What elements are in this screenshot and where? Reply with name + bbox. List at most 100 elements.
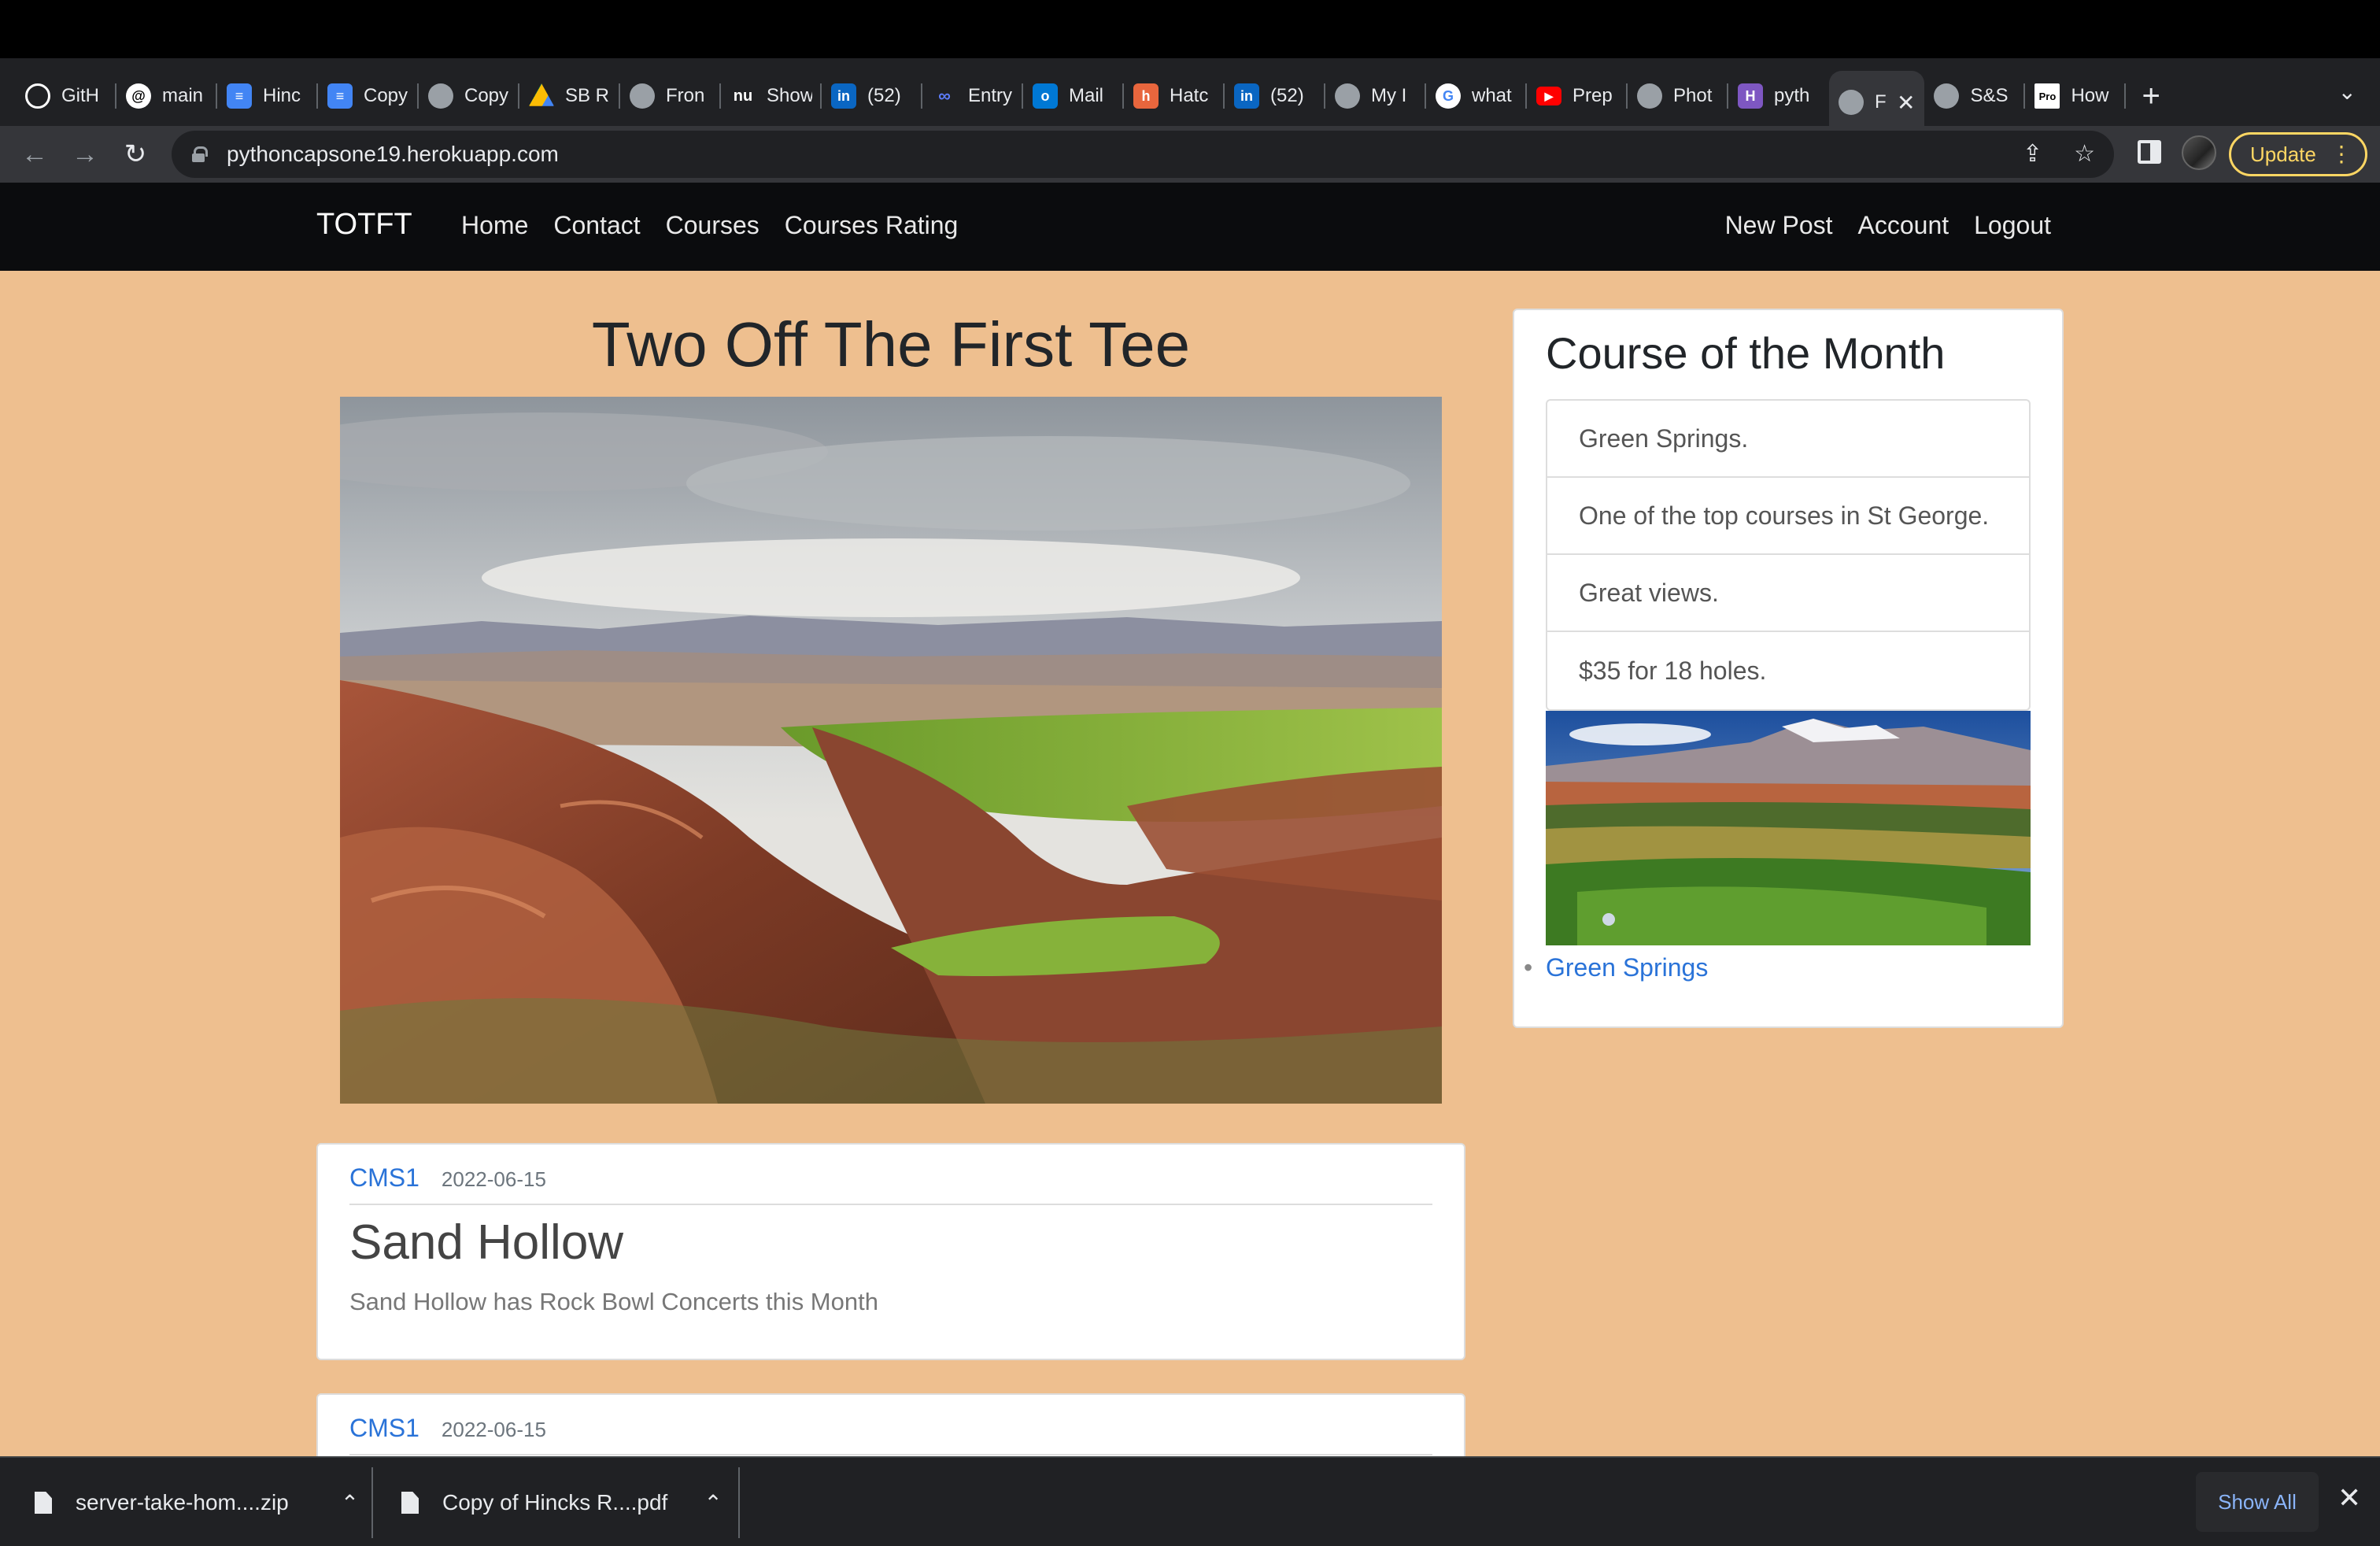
site-navbar: TOTFT Home Contact Courses Courses Ratin… bbox=[0, 183, 2380, 271]
tab[interactable]: SB R bbox=[519, 68, 620, 124]
forward-icon[interactable]: → bbox=[60, 139, 110, 170]
file-icon bbox=[35, 1492, 52, 1514]
back-icon[interactable]: ← bbox=[9, 139, 60, 170]
youtube-icon: ▶ bbox=[1536, 87, 1561, 105]
tab[interactable]: @ main bbox=[116, 68, 217, 124]
hatch-icon: h bbox=[1133, 83, 1159, 109]
course-link-list: Green Springs bbox=[1524, 953, 2031, 982]
tab[interactable]: Gwhat bbox=[1426, 68, 1527, 124]
nu-icon: nu bbox=[733, 87, 753, 105]
globe-icon bbox=[428, 83, 453, 109]
list-item: One of the top courses in St George. bbox=[1547, 478, 2029, 555]
tab[interactable]: My I bbox=[1325, 68, 1426, 124]
tab[interactable]: in (52) bbox=[1225, 68, 1325, 124]
nav-contact[interactable]: Contact bbox=[553, 211, 640, 240]
download-item[interactable]: Copy of Hincks R....pdf ⌃ bbox=[401, 1458, 722, 1546]
tab[interactable]: ≡ Hinc bbox=[217, 68, 318, 124]
list-item: Great views. bbox=[1547, 555, 2029, 632]
post-meta: CMS1 2022-06-15 bbox=[349, 1163, 1432, 1205]
file-icon bbox=[401, 1492, 419, 1514]
post-date: 2022-06-15 bbox=[441, 1418, 546, 1441]
globe-icon bbox=[1335, 83, 1360, 109]
globe-icon bbox=[630, 83, 655, 109]
download-item[interactable]: server-take-hom....zip ⌃ bbox=[35, 1458, 359, 1546]
linkedin-icon: in bbox=[831, 83, 856, 109]
site-brand[interactable]: TOTFT bbox=[316, 208, 412, 242]
tab[interactable]: S&S bbox=[1924, 68, 2026, 124]
globe-icon bbox=[1934, 83, 1960, 109]
github-icon bbox=[25, 83, 50, 109]
linkedin-icon: in bbox=[1234, 83, 1259, 109]
tab[interactable]: ▶ Prep bbox=[1527, 68, 1628, 124]
post-card: CMS1 2022-06-15 bbox=[316, 1393, 1465, 1458]
tab[interactable]: h Hatc bbox=[1124, 68, 1225, 124]
hero-landscape-image bbox=[340, 397, 1442, 1104]
tab[interactable]: in (52) bbox=[822, 68, 922, 124]
post-meta: CMS1 2022-06-15 bbox=[349, 1414, 1432, 1455]
tab[interactable]: Pro How bbox=[2025, 68, 2127, 124]
browser-toolbar: ← → ↻ pythoncapsone19.herokuapp.com ⇪ ☆ … bbox=[0, 126, 2380, 183]
tab[interactable]: Hpyth bbox=[1728, 68, 1829, 124]
web-page: TOTFT Home Contact Courses Courses Ratin… bbox=[0, 183, 2380, 1458]
kebab-menu-icon: ⋮ bbox=[2330, 142, 2352, 166]
h-icon: H bbox=[1738, 83, 1763, 109]
link-icon: ∞ bbox=[938, 86, 951, 105]
page-title: Two Off The First Tee bbox=[591, 309, 1191, 379]
pro-icon: Pro bbox=[2034, 83, 2060, 109]
globe-icon bbox=[1839, 90, 1864, 115]
side-panel-icon[interactable] bbox=[2138, 140, 2161, 164]
nav-new-post[interactable]: New Post bbox=[1725, 211, 1833, 240]
post-author-link[interactable]: CMS1 bbox=[349, 1414, 419, 1443]
nav-logout[interactable]: Logout bbox=[1974, 211, 2051, 240]
list-item: Green Springs. bbox=[1547, 401, 2029, 478]
macos-title-bar bbox=[0, 0, 2380, 58]
download-filename[interactable]: server-take-hom....zip bbox=[76, 1490, 289, 1515]
close-tab-icon[interactable]: ✕ bbox=[1897, 90, 1915, 116]
nav-courses[interactable]: Courses bbox=[666, 211, 759, 240]
post-card: CMS1 2022-06-15 Sand Hollow Sand Hollow … bbox=[316, 1143, 1465, 1360]
post-content: Sand Hollow has Rock Bowl Concerts this … bbox=[349, 1288, 878, 1315]
course-link[interactable]: Green Springs bbox=[1524, 953, 2031, 982]
tab[interactable]: o Mail bbox=[1023, 68, 1124, 124]
reload-icon[interactable]: ↻ bbox=[110, 139, 161, 170]
download-filename[interactable]: Copy of Hincks R....pdf bbox=[442, 1490, 667, 1515]
nav-home[interactable]: Home bbox=[461, 211, 528, 240]
docs-icon: ≡ bbox=[227, 83, 252, 109]
share-icon[interactable]: ⇪ bbox=[2023, 140, 2042, 168]
nav-courses-rating[interactable]: Courses Rating bbox=[785, 211, 959, 240]
bookmark-star-icon[interactable]: ☆ bbox=[2074, 140, 2095, 168]
google-icon: G bbox=[1436, 83, 1461, 109]
update-button[interactable]: Update ⋮ bbox=[2229, 132, 2367, 176]
chevron-up-icon[interactable]: ⌃ bbox=[341, 1490, 359, 1516]
post-date: 2022-06-15 bbox=[441, 1167, 546, 1191]
tab[interactable]: ≡ Copy bbox=[318, 68, 419, 124]
post-author-link[interactable]: CMS1 bbox=[349, 1163, 419, 1193]
tab[interactable]: ∞ Entry bbox=[922, 68, 1023, 124]
sidebar-title: Course of the Month bbox=[1546, 328, 1946, 378]
drive-icon bbox=[529, 83, 554, 106]
tab[interactable]: GitH bbox=[16, 68, 116, 124]
tab-search-chevron-icon[interactable]: ⌄ bbox=[2338, 79, 2356, 105]
tab[interactable]: Phot bbox=[1628, 68, 1728, 124]
new-tab-icon[interactable]: + bbox=[2142, 79, 2160, 114]
tab[interactable]: Fron bbox=[620, 68, 721, 124]
post-title-link[interactable]: Sand Hollow bbox=[349, 1215, 1432, 1270]
threads-icon: @ bbox=[126, 83, 151, 109]
course-details-list: Green Springs. One of the top courses in… bbox=[1546, 399, 2031, 711]
close-icon[interactable]: ✕ bbox=[2338, 1481, 2361, 1515]
chevron-up-icon[interactable]: ⌃ bbox=[704, 1490, 722, 1516]
globe-icon bbox=[1637, 83, 1662, 109]
tab[interactable]: nu Show bbox=[721, 68, 822, 124]
profile-avatar[interactable] bbox=[2182, 135, 2216, 170]
url-text[interactable]: pythoncapsone19.herokuapp.com bbox=[227, 142, 559, 167]
lock-icon[interactable] bbox=[192, 146, 208, 162]
tab[interactable]: Copy bbox=[419, 68, 519, 124]
tab-active[interactable]: F ✕ bbox=[1829, 71, 1925, 134]
show-all-button[interactable]: Show All bbox=[2196, 1472, 2319, 1532]
docs-icon: ≡ bbox=[327, 83, 353, 109]
outlook-icon: o bbox=[1033, 83, 1058, 109]
list-item: $35 for 18 holes. bbox=[1579, 656, 1767, 685]
nav-account[interactable]: Account bbox=[1858, 211, 1949, 240]
course-of-month-sidebar: Course of the Month Green Springs. One o… bbox=[1513, 309, 2064, 1028]
address-bar[interactable]: pythoncapsone19.herokuapp.com ⇪ ☆ bbox=[172, 131, 2114, 178]
